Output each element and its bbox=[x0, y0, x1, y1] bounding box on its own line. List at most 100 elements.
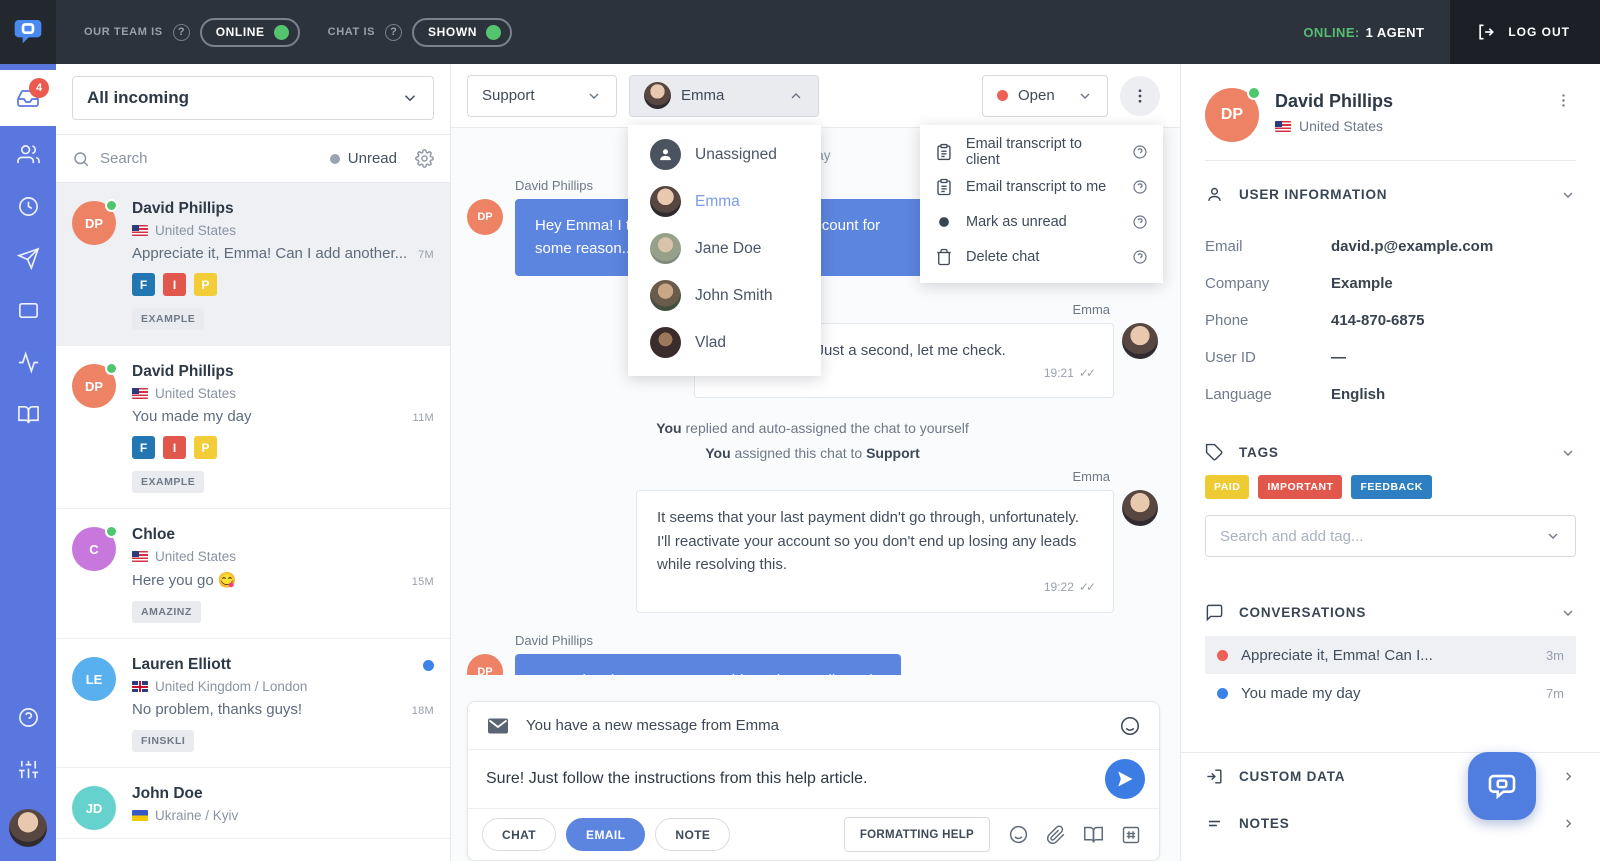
chat-items: DP David Phillips United States Apprecia… bbox=[56, 183, 450, 861]
tag-list: PAID IMPORTANT FEEDBACK bbox=[1205, 475, 1576, 499]
chat-item-time: 11M bbox=[405, 412, 434, 424]
chat-item-david-1[interactable]: DP David Phillips United States Apprecia… bbox=[56, 183, 450, 346]
tag-search-input[interactable]: Search and add tag... bbox=[1205, 515, 1576, 557]
section-tags[interactable]: TAGS bbox=[1205, 443, 1576, 462]
chat-item-time: 7M bbox=[410, 249, 434, 261]
online-presence-dot bbox=[105, 525, 118, 538]
tag-important[interactable]: IMPORTANT bbox=[1258, 475, 1342, 499]
agent-menu-item-jane[interactable]: Jane Doe bbox=[628, 225, 821, 272]
nav-customers[interactable] bbox=[0, 128, 56, 180]
agent-menu-item-unassigned[interactable]: Unassigned bbox=[628, 131, 821, 178]
conversation-row-previous[interactable]: You made my day 7m bbox=[1205, 674, 1576, 712]
tab-email[interactable]: EMAIL bbox=[566, 818, 645, 851]
flag-icon bbox=[132, 551, 148, 562]
chat-status-toggle[interactable]: SHOWN bbox=[412, 18, 512, 47]
chat-item-john[interactable]: JD John Doe Ukraine / Kyiv bbox=[56, 768, 450, 839]
agent-menu-item-vlad[interactable]: Vlad bbox=[628, 319, 821, 366]
chat-item-location: United Kingdom / London bbox=[155, 679, 307, 694]
send-button[interactable] bbox=[1105, 759, 1145, 799]
livechat-app: OUR TEAM IS ? ONLINE CHAT IS ? SHOWN ONL… bbox=[0, 0, 1600, 861]
agent-profile-avatar[interactable] bbox=[9, 809, 47, 847]
knowledge-base-icon[interactable] bbox=[1083, 824, 1104, 845]
group-dropdown-value: Support bbox=[482, 87, 535, 104]
agent-menu-item-john[interactable]: John Smith bbox=[628, 272, 821, 319]
livechat-logo[interactable] bbox=[0, 0, 56, 64]
chat-actions-menu-button[interactable] bbox=[1120, 76, 1160, 116]
agent-dropdown-value: Emma bbox=[681, 87, 724, 104]
agent-avatar bbox=[650, 280, 681, 311]
group-dropdown[interactable]: Support bbox=[467, 75, 617, 117]
nav-traffic[interactable] bbox=[0, 284, 56, 336]
action-email-transcript-client[interactable]: Email transcript to client bbox=[920, 134, 1163, 169]
sliders-icon bbox=[17, 758, 40, 781]
chevron-right-icon bbox=[1561, 769, 1576, 784]
email-subject-row: You have a new message from Emma bbox=[468, 702, 1159, 750]
chat-item-chloe[interactable]: C Chloe United States Here you go 😋15M A… bbox=[56, 509, 450, 639]
open-status-dot bbox=[997, 90, 1008, 101]
nav-tickets[interactable] bbox=[0, 232, 56, 284]
customer-actions-menu-button[interactable] bbox=[1551, 88, 1576, 113]
chat-filter-dropdown[interactable]: All incoming bbox=[72, 76, 434, 120]
chevron-down-icon bbox=[1560, 445, 1576, 461]
tab-chat[interactable]: CHAT bbox=[482, 818, 556, 851]
avatar: C bbox=[72, 527, 116, 571]
nav-archives[interactable] bbox=[0, 180, 56, 232]
status-dropdown[interactable]: Open bbox=[982, 75, 1108, 117]
flag-icon bbox=[132, 681, 148, 692]
nav-knowledge-base[interactable] bbox=[0, 388, 56, 440]
team-status-toggle[interactable]: ONLINE bbox=[200, 18, 300, 47]
emoji-picker-icon[interactable] bbox=[1008, 824, 1029, 845]
livechat-logo-icon bbox=[12, 16, 44, 48]
action-mark-unread[interactable]: Mark as unread bbox=[920, 204, 1163, 239]
nav-sidebar: 4 bbox=[0, 64, 56, 861]
gear-icon[interactable] bbox=[415, 149, 434, 168]
agent-message-bubble: It seems that your last payment didn't g… bbox=[636, 490, 1114, 612]
message-input[interactable]: Sure! Just follow the instructions from … bbox=[486, 770, 1105, 788]
email-icon bbox=[486, 714, 510, 738]
search-input[interactable] bbox=[100, 150, 320, 167]
canned-response-icon[interactable] bbox=[1121, 825, 1141, 845]
online-label: ONLINE: bbox=[1303, 25, 1359, 40]
nav-settings[interactable] bbox=[0, 743, 56, 795]
team-status-help-icon[interactable]: ? bbox=[173, 24, 190, 41]
unread-filter-toggle[interactable]: Unread bbox=[330, 150, 397, 167]
avatar: DP bbox=[72, 201, 116, 245]
tag-paid[interactable]: PAID bbox=[1205, 475, 1249, 499]
tag-feedback[interactable]: FEEDBACK bbox=[1351, 475, 1431, 499]
system-message: You assigned this chat to Support bbox=[467, 445, 1158, 461]
field-user-id: User ID— bbox=[1205, 339, 1576, 376]
team-status-label: OUR TEAM IS bbox=[84, 26, 163, 38]
chat-item-david-2[interactable]: DP David Phillips United States You made… bbox=[56, 346, 450, 509]
chat-status-help-icon[interactable]: ? bbox=[385, 24, 402, 41]
agent-menu-item-emma[interactable]: Emma bbox=[628, 178, 821, 225]
attachment-icon[interactable] bbox=[1046, 825, 1066, 845]
unread-dot-icon bbox=[935, 213, 953, 231]
nav-help[interactable] bbox=[0, 691, 56, 743]
nav-reports[interactable] bbox=[0, 336, 56, 388]
speech-bubble-icon bbox=[1205, 603, 1224, 622]
customer-details-panel: DP David Phillips United States USER INF… bbox=[1180, 64, 1600, 861]
conversation-row-current[interactable]: Appreciate it, Emma! Can I... 3m bbox=[1205, 636, 1576, 674]
livechat-widget-button[interactable] bbox=[1468, 752, 1536, 820]
logout-icon bbox=[1476, 22, 1496, 42]
nav-chats[interactable]: 4 bbox=[0, 70, 56, 126]
chat-item-lauren[interactable]: LE Lauren Elliott United Kingdom / Londo… bbox=[56, 639, 450, 768]
action-delete-chat[interactable]: Delete chat bbox=[920, 239, 1163, 274]
section-user-information[interactable]: USER INFORMATION bbox=[1205, 185, 1576, 204]
agent-dropdown[interactable]: Emma bbox=[629, 75, 819, 117]
tag-icon bbox=[1205, 443, 1224, 462]
agent-avatar bbox=[1122, 490, 1158, 526]
letter-tag: F bbox=[132, 273, 155, 296]
formatting-help-button[interactable]: FORMATTING HELP bbox=[844, 817, 990, 852]
letter-tag: P bbox=[194, 436, 217, 459]
action-email-transcript-me[interactable]: Email transcript to me bbox=[920, 169, 1163, 204]
composer-icons bbox=[1008, 824, 1141, 845]
emoji-icon[interactable] bbox=[1119, 715, 1141, 737]
tab-note[interactable]: NOTE bbox=[655, 818, 730, 851]
field-language: LanguageEnglish bbox=[1205, 376, 1576, 413]
section-conversations[interactable]: CONVERSATIONS bbox=[1205, 603, 1576, 622]
read-checkmarks: ✓✓ bbox=[1079, 366, 1093, 380]
team-status-value: ONLINE bbox=[216, 25, 265, 39]
help-circle-icon bbox=[17, 706, 40, 729]
logout-button[interactable]: LOG OUT bbox=[1450, 0, 1600, 64]
